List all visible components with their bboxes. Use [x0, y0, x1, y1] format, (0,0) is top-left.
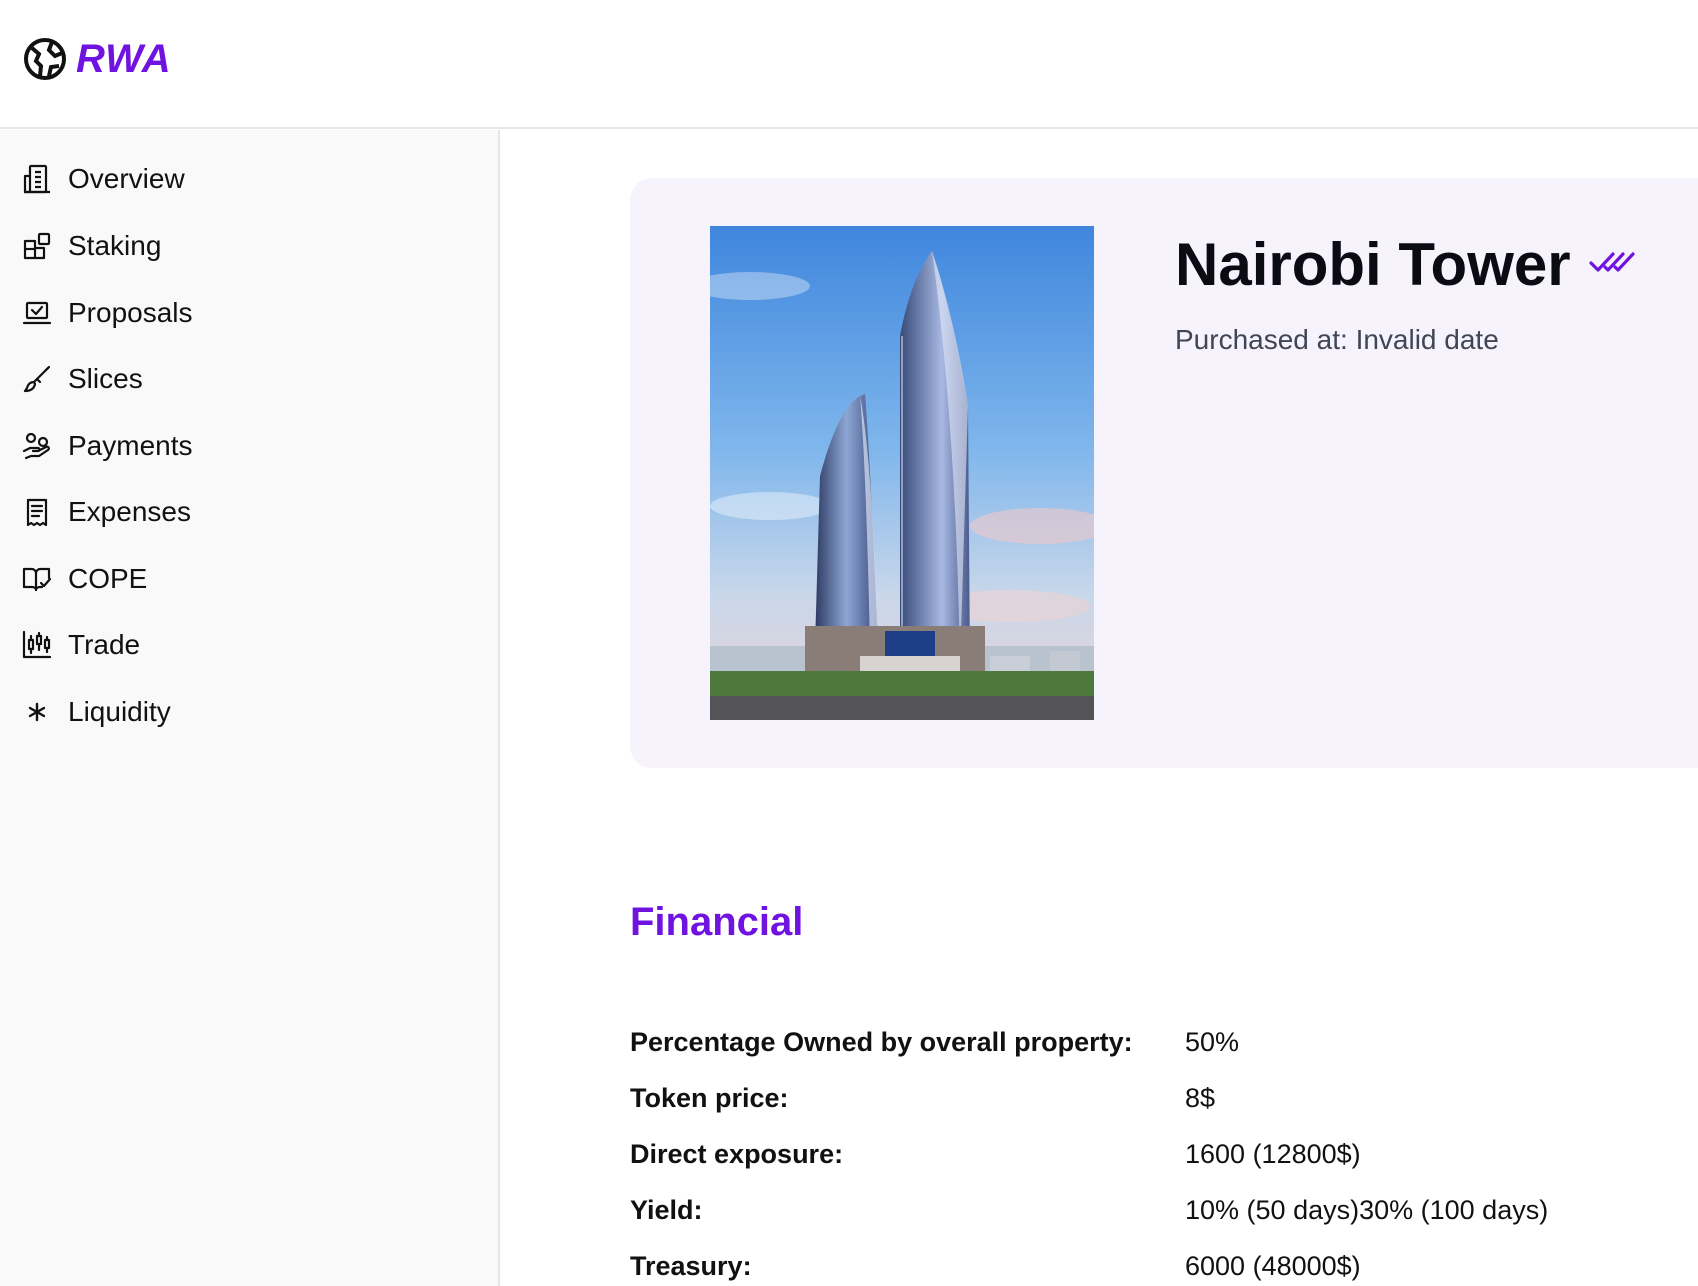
globe-logo-icon [24, 38, 66, 80]
book-check-icon [22, 567, 52, 592]
receipt-icon [26, 498, 48, 527]
sidebar-item-expenses[interactable]: Expenses [22, 492, 191, 532]
hand-coins-icon [22, 432, 50, 460]
brand-name: RWA [76, 36, 172, 81]
sidebar-item-label: Liquidity [68, 696, 171, 727]
sidebar-item-label: Slices [68, 363, 143, 394]
property-title-row: Nairobi Tower [1175, 230, 1635, 299]
building-icon [23, 164, 50, 194]
financial-label: Yield: [630, 1194, 703, 1225]
sidebar: Overview Staking Proposals Slices Paymen… [0, 130, 500, 1286]
sidebar-item-liquidity[interactable]: Liquidity [22, 692, 171, 732]
candlestick-chart-icon [22, 630, 52, 659]
sidebar-item-staking[interactable]: Staking [22, 226, 161, 266]
sidebar-item-slices[interactable]: Slices [22, 359, 143, 399]
purchased-date: Purchased at: Invalid date [1175, 324, 1499, 356]
financial-section-title: Financial [630, 900, 804, 944]
financial-value: 1600 (12800$) [1185, 1138, 1361, 1169]
financial-value: 10% (50 days)30% (100 days) [1185, 1194, 1549, 1225]
financial-row-treasury: Treasury: 6000 (48000$) [630, 1246, 1361, 1286]
brand-logo[interactable]: RWA [22, 36, 172, 82]
financial-label: Treasury: [630, 1250, 752, 1281]
main-content: Nairobi Tower Purchased at: Invalid date… [502, 130, 1698, 1286]
financial-label: Token price: [630, 1082, 789, 1113]
double-check-icon [1589, 247, 1635, 282]
financial-row-direct-exposure: Direct exposure: 1600 (12800$) [630, 1134, 1361, 1174]
sidebar-item-label: Payments [68, 430, 193, 461]
sidebar-item-label: Staking [68, 230, 162, 261]
property-name: Nairobi Tower [1175, 231, 1571, 298]
financial-row-yield: Yield: 10% (50 days)30% (100 days) [630, 1190, 1548, 1230]
purchased-label: Purchased at: [1175, 324, 1348, 355]
sidebar-item-proposals[interactable]: Proposals [22, 293, 193, 333]
sidebar-item-trade[interactable]: Trade [22, 625, 140, 665]
property-photo [710, 226, 1094, 720]
purchased-value: Invalid date [1355, 324, 1499, 355]
asterisk-icon [28, 702, 46, 722]
property-hero-card: Nairobi Tower Purchased at: Invalid date [630, 178, 1698, 768]
top-header: RWA [0, 0, 1698, 129]
sidebar-item-cope[interactable]: COPE [22, 559, 147, 599]
financial-label: Percentage Owned by overall property: [630, 1026, 1133, 1057]
sidebar-item-label: COPE [68, 563, 148, 594]
sidebar-item-label: Overview [68, 163, 185, 194]
financial-value: 8$ [1185, 1082, 1216, 1113]
financial-label: Direct exposure: [630, 1138, 844, 1169]
sidebar-item-label: Expenses [68, 496, 191, 527]
brush-icon [23, 365, 51, 393]
sidebar-item-label: Trade [68, 629, 141, 660]
sidebar-item-label: Proposals [68, 297, 193, 328]
sidebar-item-payments[interactable]: Payments [22, 426, 193, 466]
laptop-check-icon [22, 301, 52, 325]
financial-value: 50% [1185, 1026, 1240, 1057]
sidebar-item-overview[interactable]: Overview [22, 159, 185, 199]
financial-row-percentage-owned: Percentage Owned by overall property: 50… [630, 1022, 1239, 1062]
financial-value: 6000 (48000$) [1185, 1250, 1361, 1281]
financial-row-token-price: Token price: 8$ [630, 1078, 1215, 1118]
blocks-icon [23, 232, 51, 260]
